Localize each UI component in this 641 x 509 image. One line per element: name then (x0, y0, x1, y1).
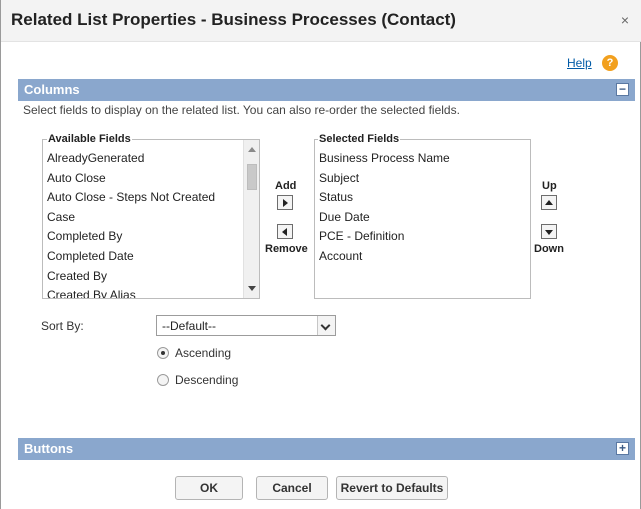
available-field-item[interactable]: Created By Alias (47, 286, 241, 298)
available-field-item[interactable]: Completed Date (47, 247, 241, 267)
scroll-thumb[interactable] (247, 164, 257, 190)
sort-by-value: --Default-- (162, 319, 217, 333)
selected-fields-list[interactable]: Business Process Name Subject Status Due Da… (314, 139, 531, 299)
help-icon[interactable]: ? (602, 55, 618, 71)
selected-field-item[interactable]: Due Date (319, 208, 526, 228)
sort-by-select[interactable]: --Default-- (156, 315, 336, 336)
ascending-radio[interactable] (157, 347, 169, 359)
columns-section-header: Columns − (18, 79, 635, 101)
available-fields-scrollbar[interactable] (243, 140, 259, 298)
move-down-button[interactable] (541, 224, 557, 239)
selected-fields-heading: Selected Fields (318, 133, 401, 145)
selected-field-item[interactable]: Status (319, 188, 526, 208)
cancel-button[interactable]: Cancel (256, 476, 328, 500)
related-list-properties-dialog: Related List Properties - Business Proce… (0, 0, 641, 509)
available-field-item[interactable]: AlreadyGenerated (47, 149, 241, 169)
available-fields-list[interactable]: AlreadyGenerated Auto Close Auto Close - S… (42, 139, 260, 299)
available-field-item[interactable]: Auto Close (47, 169, 241, 189)
add-button[interactable] (277, 195, 293, 210)
revert-to-defaults-button[interactable]: Revert to Defaults (336, 476, 448, 500)
add-label: Add (275, 180, 297, 192)
available-field-item[interactable]: Case (47, 208, 241, 228)
ascending-label: Ascending (175, 346, 232, 360)
selected-fields-items: Business Process Name Subject Status Due Da… (319, 149, 526, 267)
expand-buttons-icon[interactable]: + (616, 442, 629, 455)
selected-field-item[interactable]: Business Process Name (319, 149, 526, 169)
scroll-up-icon[interactable] (248, 147, 256, 152)
close-icon[interactable]: × (618, 13, 632, 27)
descending-label: Descending (175, 373, 239, 387)
available-fields-items: AlreadyGenerated Auto Close Auto Close - S… (47, 149, 241, 298)
remove-button[interactable] (277, 224, 293, 239)
arrow-up-icon (545, 200, 553, 205)
move-up-button[interactable] (541, 195, 557, 210)
buttons-section-title: Buttons (24, 441, 74, 456)
up-label: Up (542, 180, 557, 192)
chevron-down-icon[interactable] (317, 316, 335, 335)
arrow-left-icon (282, 228, 287, 236)
remove-label: Remove (265, 243, 308, 255)
available-field-item[interactable]: Created By (47, 267, 241, 287)
scroll-down-icon[interactable] (248, 286, 256, 291)
available-field-item[interactable]: Completed By (47, 227, 241, 247)
help-link[interactable]: Help (567, 56, 592, 70)
ok-button[interactable]: OK (175, 476, 243, 500)
selected-field-item[interactable]: PCE - Definition (319, 227, 526, 247)
columns-description: Select fields to display on the related … (23, 103, 460, 117)
available-field-item[interactable]: Auto Close - Steps Not Created (47, 188, 241, 208)
collapse-columns-icon[interactable]: − (616, 83, 629, 96)
arrow-down-icon (545, 230, 553, 235)
selected-field-item[interactable]: Account (319, 247, 526, 267)
title-bar: Related List Properties - Business Proce… (1, 0, 641, 42)
descending-radio[interactable] (157, 374, 169, 386)
selected-field-item[interactable]: Subject (319, 169, 526, 189)
dialog-title: Related List Properties - Business Proce… (11, 10, 456, 29)
buttons-section-header: Buttons + (18, 438, 635, 460)
columns-section-title: Columns (24, 82, 80, 97)
sort-by-label: Sort By: (41, 319, 84, 333)
arrow-right-icon (283, 199, 288, 207)
down-label: Down (534, 243, 564, 255)
available-fields-heading: Available Fields (47, 133, 132, 145)
